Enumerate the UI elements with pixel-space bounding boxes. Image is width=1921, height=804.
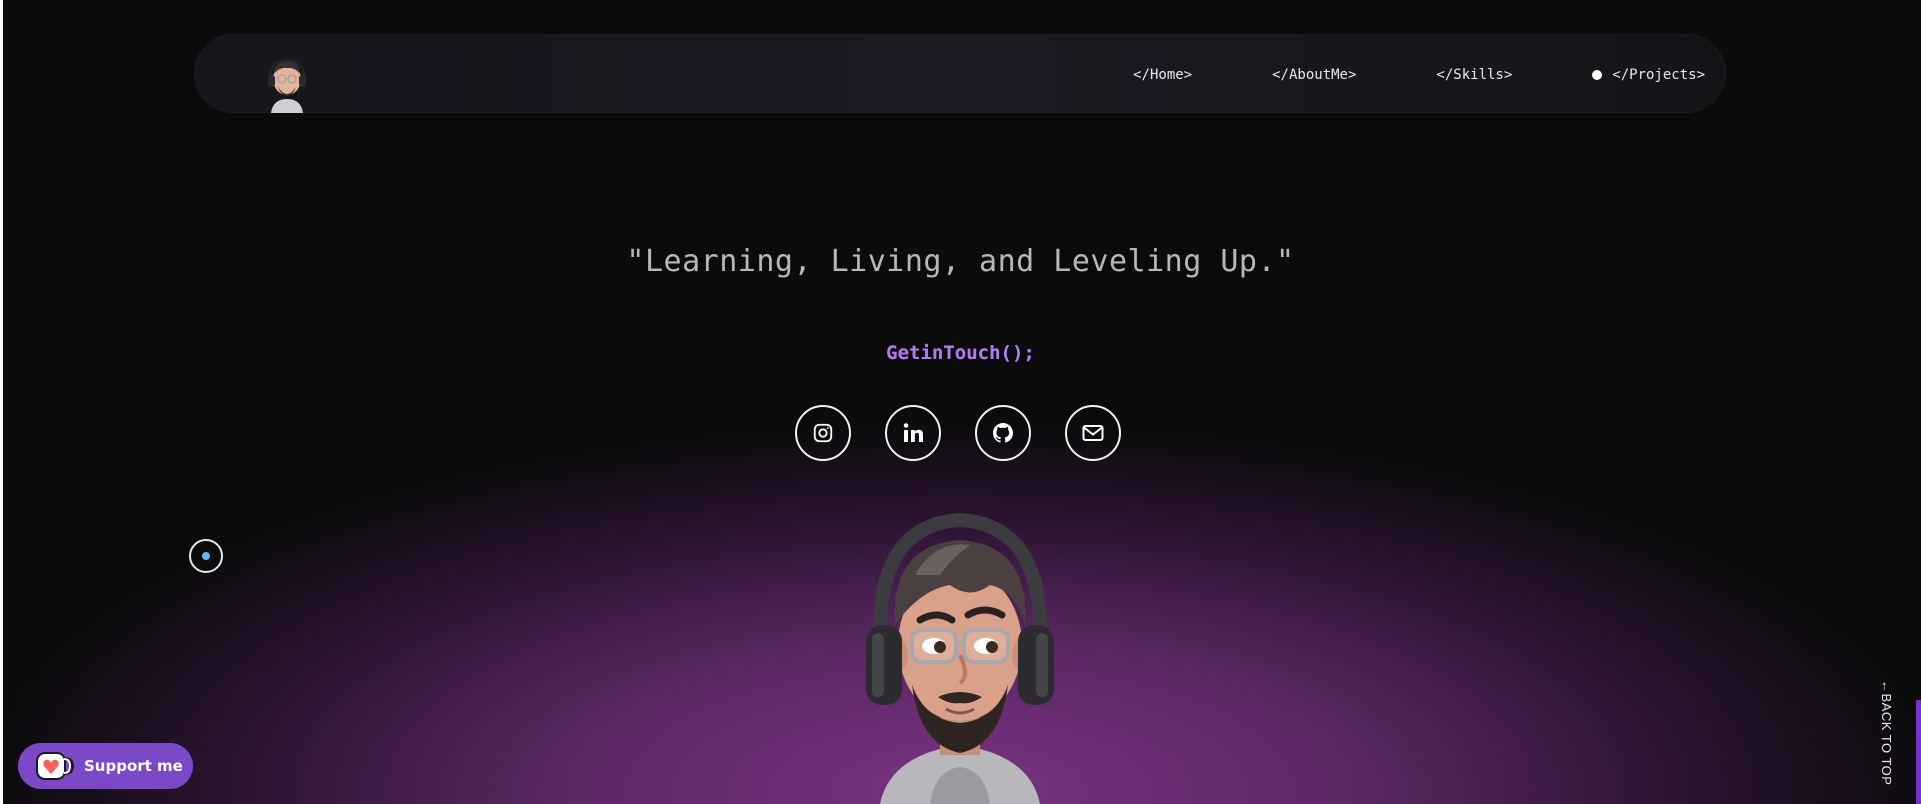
support-me-button[interactable]: Support me: [18, 743, 193, 789]
get-in-touch-text: GetinTouch();: [886, 342, 1035, 364]
page: </Home> </AboutMe> </Skills> </Projects>…: [0, 0, 1921, 804]
scroll-progress-bar[interactable]: [1916, 700, 1921, 804]
hero-quote: "Learning, Living, and Leveling Up.": [626, 244, 1295, 279]
github-button[interactable]: [975, 405, 1031, 461]
hero-avatar-image: [866, 512, 1054, 804]
navbar: </Home> </AboutMe> </Skills> </Projects>: [194, 34, 1726, 113]
linkedin-icon: [903, 423, 923, 442]
nav-projects-link[interactable]: </Projects>: [1592, 67, 1705, 83]
email-button[interactable]: [1065, 405, 1121, 461]
nav-links: </Home> </AboutMe> </Skills> </Projects>: [1053, 35, 1705, 114]
back-to-top-label: ←BACK TO TOP: [1879, 680, 1894, 786]
github-icon: [993, 423, 1013, 443]
get-in-touch-heading: GetinTouch();: [0, 342, 1921, 364]
linkedin-button[interactable]: [885, 405, 941, 461]
custom-cursor: [189, 539, 223, 573]
support-me-label: Support me: [84, 757, 183, 775]
nav-aboutme-link[interactable]: </AboutMe>: [1272, 67, 1356, 83]
nav-avatar-logo[interactable]: [265, 57, 309, 113]
left-edge: [0, 0, 3, 804]
nav-skills-link[interactable]: </Skills>: [1436, 67, 1512, 83]
nav-home-link[interactable]: </Home>: [1133, 67, 1192, 83]
back-to-top-button[interactable]: ←BACK TO TOP: [1876, 680, 1896, 790]
social-links: [795, 405, 1121, 461]
cursor-dot: [202, 552, 210, 560]
mail-icon: [1082, 425, 1104, 441]
instagram-icon: [813, 423, 833, 443]
instagram-button[interactable]: [795, 405, 851, 461]
kofi-cup-icon: [36, 752, 74, 780]
